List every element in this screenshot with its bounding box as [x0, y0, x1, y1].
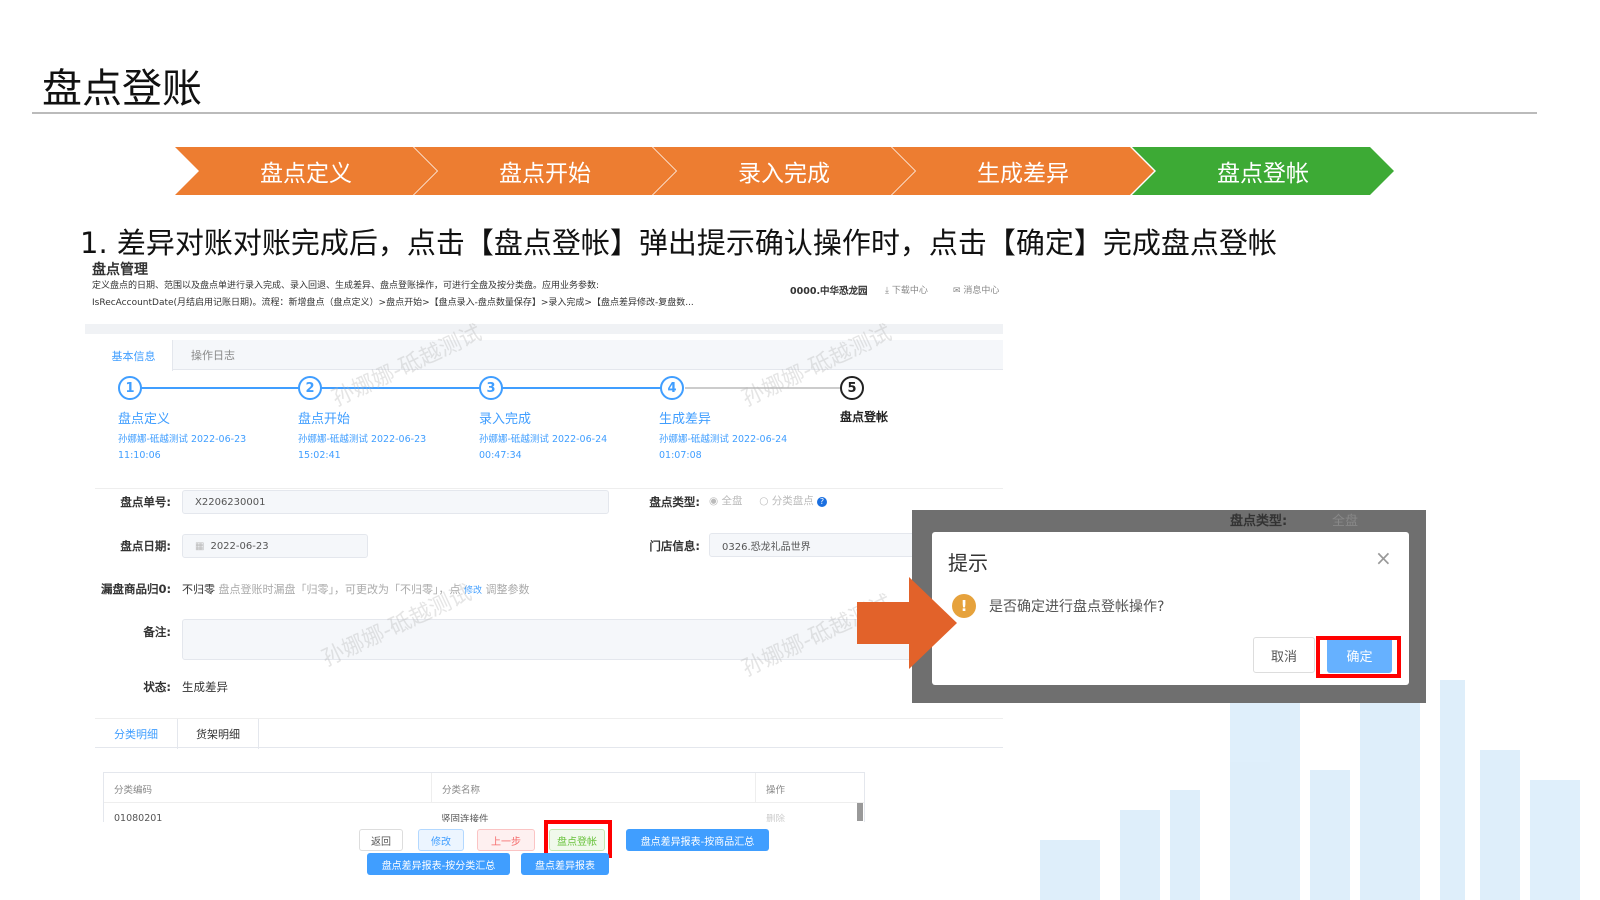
message-label: 消息中心 — [963, 286, 1000, 296]
step-label: 盘点开始 — [298, 412, 351, 427]
step-line-pending — [685, 387, 840, 389]
scrollbar[interactable] — [857, 803, 863, 821]
report-by-goods-button[interactable]: 盘点差异报表-按商品汇总 — [626, 829, 769, 851]
modify-param-link[interactable]: 修改 — [464, 586, 482, 596]
step-label: 录入完成 — [479, 412, 532, 427]
count-type-radios: ◉ 全盘 ○ 分类盘点 ? — [709, 493, 828, 508]
cancel-button[interactable]: 取消 — [1253, 637, 1315, 673]
dialog-title: 提示 — [948, 551, 988, 575]
edit-button[interactable]: 修改 — [418, 829, 464, 851]
report-button[interactable]: 盘点差异报表 — [521, 853, 609, 875]
message-center-link[interactable]: ✉ 消息中心 — [953, 283, 999, 296]
step-meta: 孙娜娜-砥越测试 2022-06-23 15:02:41 — [298, 432, 448, 464]
arrow-right-icon — [857, 577, 957, 669]
download-center-link[interactable]: ⤓ 下载中心 — [885, 283, 928, 296]
radio-label: 分类盘点 — [771, 495, 814, 507]
date-field[interactable]: ▦ 2022-06-23 — [182, 534, 368, 558]
column-header: 分类编码 — [114, 785, 153, 796]
process-step-label: 录入完成 — [738, 161, 830, 187]
download-label: 下载中心 — [891, 286, 928, 296]
process-step-label: 盘点定义 — [260, 161, 352, 187]
step-label: 盘点定义 — [118, 412, 171, 427]
date-label: 盘点日期: — [120, 539, 171, 553]
tab-category-detail[interactable]: 分类明细 — [95, 719, 177, 749]
header-divider — [85, 324, 1003, 334]
step-line-done — [130, 387, 670, 389]
tab-operation-log[interactable]: 操作日志 — [173, 340, 253, 370]
step-circle-1: 1 — [118, 376, 142, 400]
order-no-label: 盘点单号: — [120, 495, 171, 509]
report-by-category-button[interactable]: 盘点差异报表-按分类汇总 — [367, 853, 510, 875]
step-label: 生成差异 — [659, 412, 712, 427]
detail-tabs: 基本信息 操作日志 — [95, 340, 1003, 371]
tab-basic-info[interactable]: 基本信息 — [95, 340, 173, 371]
dialog-message: 是否确定进行盘点登帐操作? — [989, 599, 1165, 615]
zero-hint: 调整参数 — [485, 583, 530, 596]
process-step-1: 盘点定义 — [175, 147, 437, 195]
process-step-3: 录入完成 — [653, 147, 915, 195]
store-label: 门店信息: — [649, 539, 700, 553]
process-step-2: 盘点开始 — [414, 147, 676, 195]
step-circle-3: 3 — [479, 376, 503, 400]
store-field[interactable]: 0326.恐龙礼品世界 — [709, 533, 929, 557]
step-meta: 孙娜娜-砥越测试 2022-06-24 01:07:08 — [659, 432, 809, 464]
step-time: 00:47:34 — [479, 450, 522, 461]
process-step-label: 生成差异 — [977, 161, 1069, 187]
app-title: 盘点管理 — [92, 262, 148, 278]
radio-full-count[interactable]: ◉ 全盘 — [709, 495, 743, 507]
step-time: 11:10:06 — [118, 450, 161, 461]
table-header-row: 分类编码 分类名称 操作 — [104, 773, 864, 803]
step-user: 孙娜娜-砥越测试 2022-06-24 — [659, 434, 788, 445]
prev-step-button[interactable]: 上一步 — [477, 829, 535, 851]
zero-value: 不归零 — [182, 583, 215, 596]
app-description-flow: IsRecAccountDate(月结启用记账日期)。流程：新增盘点（盘点定义）… — [92, 298, 694, 308]
tab-shelf-detail[interactable]: 货架明细 — [177, 719, 259, 749]
zero-label: 漏盘商品归0: — [101, 582, 172, 596]
help-icon[interactable]: ? — [817, 497, 828, 507]
step-meta: 孙娜娜-砥越测试 2022-06-23 11:10:06 — [118, 432, 268, 464]
mail-icon: ✉ — [953, 286, 964, 296]
step-meta: 孙娜娜-砥越测试 2022-06-24 00:47:34 — [479, 432, 629, 464]
store-selector[interactable]: 0000.中华恐龙园 — [790, 283, 868, 297]
calendar-icon: ▦ — [195, 540, 205, 552]
radio-category-count[interactable]: ○ 分类盘点 — [759, 495, 814, 507]
instruction-text: 1. 差异对账对账完成后，点击【盘点登帐】弹出提示确认操作时，点击【确定】完成盘… — [80, 226, 1277, 260]
remark-label: 备注: — [143, 625, 171, 639]
step-circle-4: 4 — [660, 376, 684, 400]
zero-hint: 盘点登账时漏盘「归零」，可更改为「不归零」，点 — [218, 583, 461, 596]
step-circle-5: 5 — [840, 376, 864, 400]
process-step-5: 盘点登帐 — [1132, 147, 1394, 195]
step-label: 盘点登帐 — [840, 410, 889, 424]
bg-type-label: 盘点类型: — [1230, 514, 1288, 529]
step-user: 孙娜娜-砥越测试 2022-06-23 — [298, 434, 427, 445]
back-button[interactable]: 返回 — [359, 829, 403, 851]
radio-label: 全盘 — [721, 495, 743, 507]
step-time: 15:02:41 — [298, 450, 341, 461]
step-user: 孙娜娜-砥越测试 2022-06-23 — [118, 434, 247, 445]
download-icon: ⤓ — [885, 286, 892, 296]
detail-subtabs: 分类明细 货架明细 — [95, 718, 1003, 749]
process-step-label: 盘点登帐 — [1217, 161, 1309, 187]
count-type-label: 盘点类型: — [649, 495, 700, 509]
column-header: 操作 — [755, 773, 795, 803]
highlight-box — [1316, 636, 1401, 678]
divider — [32, 112, 1537, 114]
process-step-label: 盘点开始 — [499, 161, 591, 187]
status-label: 状态: — [143, 680, 171, 694]
step-user: 孙娜娜-砥越测试 2022-06-24 — [479, 434, 608, 445]
app-description: 定义盘点的日期、范围以及盘点单进行录入完成、录入回退、生成差异、盘点登账操作，可… — [92, 281, 600, 291]
step-circle-2: 2 — [298, 376, 322, 400]
date-value: 2022-06-23 — [210, 540, 269, 552]
order-no-field[interactable]: X2206230001 — [182, 490, 609, 514]
status-value: 生成差异 — [182, 680, 228, 694]
bg-type-option: 全盘 — [1332, 514, 1359, 529]
app-screenshot: 盘点管理 定义盘点的日期、范围以及盘点单进行录入完成、录入回退、生成差异、盘点登… — [85, 258, 1003, 882]
close-icon[interactable]: × — [1375, 546, 1392, 570]
slide-title: 盘点登账 — [42, 66, 202, 112]
column-header: 分类名称 — [431, 773, 490, 803]
step-time: 01:07:08 — [659, 450, 702, 461]
divider — [95, 488, 1003, 489]
zero-setting: 不归零 盘点登账时漏盘「归零」，可更改为「不归零」，点 修改 调整参数 — [182, 581, 530, 597]
process-step-4: 生成差异 — [892, 147, 1154, 195]
